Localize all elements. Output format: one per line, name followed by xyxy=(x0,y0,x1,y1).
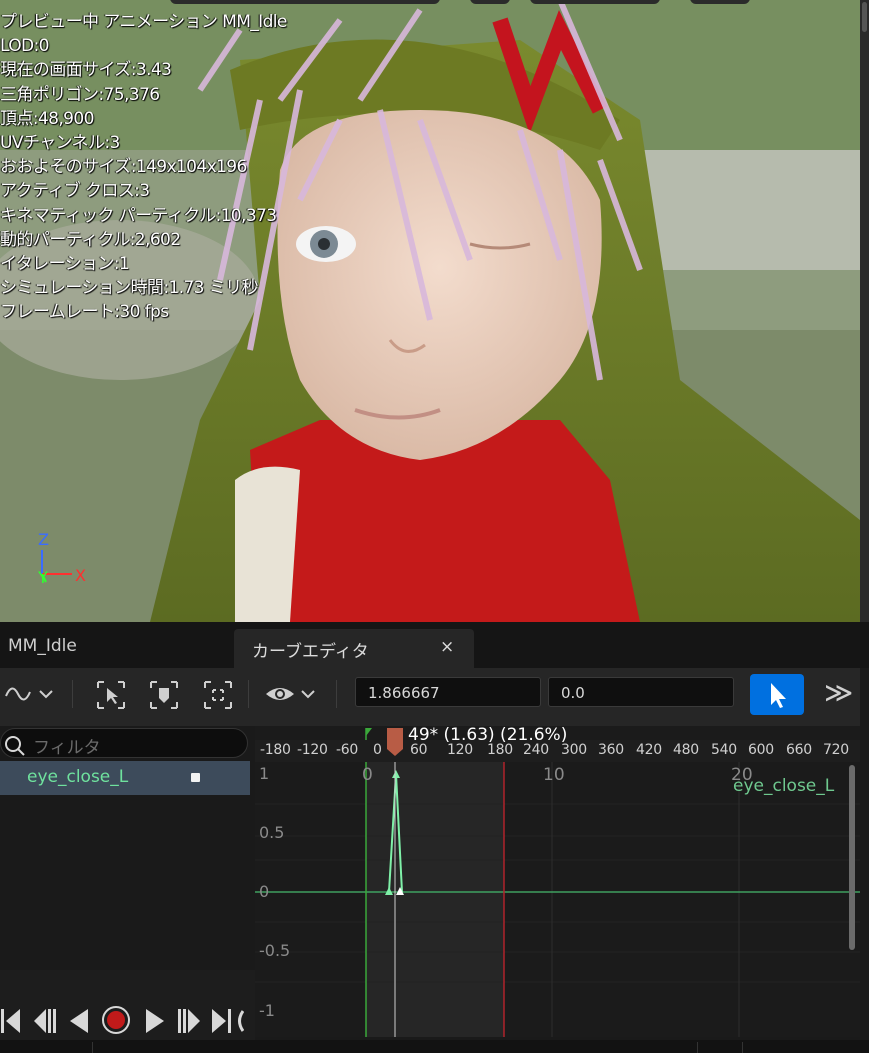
ruler-tick: 720 xyxy=(823,742,849,758)
ruler-tick: 600 xyxy=(748,742,774,758)
viewport-toolbar-button[interactable] xyxy=(530,0,660,4)
tab-mm-idle[interactable]: MM_Idle xyxy=(8,636,77,656)
viewport-stats-overlay: プレビュー中 アニメーション MM_Idle LOD:0 現在の画面サイズ:3.… xyxy=(0,10,287,324)
ruler-tick: 420 xyxy=(636,742,662,758)
value-label: 0.5 xyxy=(259,823,285,842)
bottom-status-strip xyxy=(0,1040,869,1053)
curve-name: eye_close_L xyxy=(27,767,129,787)
playhead-handle[interactable] xyxy=(386,727,404,757)
frame-label: 10 xyxy=(543,765,565,785)
stat-line: キネマティック パーティクル:10,373 xyxy=(0,205,277,226)
ruler-tick: 480 xyxy=(673,742,699,758)
cursor-arrow-icon xyxy=(771,683,786,708)
stat-line: 現在の画面サイズ:3.43 xyxy=(0,60,172,81)
ruler-tick: 360 xyxy=(598,742,624,758)
play-icon[interactable] xyxy=(142,1006,168,1036)
viewport-scrollbar[interactable] xyxy=(860,0,869,622)
stat-line: シミュレーション時間:1.73 ミリ秒 xyxy=(0,278,259,299)
ruler-tick: 660 xyxy=(786,742,812,758)
stat-line: 頂点:48,900 xyxy=(0,108,94,129)
graph-vertical-scrollbar[interactable] xyxy=(849,765,855,950)
tab-curve-editor-label: カーブエディタ xyxy=(252,642,369,662)
stat-line: フレームレート:30 fps xyxy=(0,302,169,323)
preview-viewport[interactable]: プレビュー中 アニメーション MM_Idle LOD:0 現在の画面サイズ:3.… xyxy=(0,0,860,622)
stat-line: UVチャンネル:3 xyxy=(0,132,120,153)
toolbar-separator xyxy=(72,680,73,708)
ruler-tick: -120 xyxy=(297,742,328,758)
toolbar-separator xyxy=(336,680,337,708)
filter-placeholder: フィルタ xyxy=(33,738,101,758)
toolbar-separator xyxy=(248,680,249,708)
playback-range-shade xyxy=(366,762,504,1037)
stat-line: おおよそのサイズ:149x104x196 xyxy=(0,157,247,178)
value-input[interactable]: 0.0 xyxy=(548,677,734,707)
ruler-tick: -60 xyxy=(336,742,358,758)
curve-view-mode-icon[interactable] xyxy=(4,682,60,706)
step-forward-icon[interactable] xyxy=(176,1006,202,1036)
time-input[interactable]: 1.866667 xyxy=(355,677,541,707)
skip-to-end-icon[interactable] xyxy=(210,1006,244,1036)
search-icon xyxy=(5,736,25,756)
filter-search-input[interactable]: フィルタ xyxy=(0,728,248,758)
ruler-tick: 540 xyxy=(711,742,737,758)
graph-curve-name-label: eye_close_L xyxy=(733,776,835,796)
stat-line: イタレーション:1 xyxy=(0,253,130,274)
play-reverse-icon[interactable] xyxy=(66,1006,92,1036)
value-label: -0.5 xyxy=(259,941,291,960)
select-in-frame-icon[interactable] xyxy=(96,680,126,710)
curve-visibility-checkbox[interactable] xyxy=(191,773,200,782)
viewport-toolbar-button[interactable] xyxy=(170,0,440,4)
toolbar-overflow-icon[interactable]: ≫ xyxy=(824,676,853,709)
step-back-icon[interactable] xyxy=(32,1006,58,1036)
stat-line: アクティブ クロス:3 xyxy=(0,181,150,202)
axis-x-label: X xyxy=(75,566,86,585)
record-icon[interactable] xyxy=(101,1005,131,1035)
value-label: 0 xyxy=(259,882,270,901)
frame-label: 0 xyxy=(362,765,373,785)
ruler-tick: 0 xyxy=(373,742,382,758)
frame-all-icon[interactable] xyxy=(203,680,233,710)
playhead-frame-label: 49* (1.63) (21.6%) xyxy=(408,725,568,745)
value-label: 1 xyxy=(259,764,270,783)
ruler-tick: -180 xyxy=(260,742,291,758)
axis-y-label: Y xyxy=(38,568,48,587)
stat-line: プレビュー中 アニメーション MM_Idle xyxy=(0,12,287,32)
stat-line: LOD:0 xyxy=(0,36,49,57)
key-marker-icon[interactable] xyxy=(149,680,179,710)
value-label: -1 xyxy=(259,1001,275,1020)
stat-line: 三角ポリゴン:75,376 xyxy=(0,84,160,105)
tab-curve-editor[interactable]: カーブエディタ × xyxy=(234,629,474,668)
eye-visibility-icon[interactable] xyxy=(264,682,320,706)
viewport-toolbar-button[interactable] xyxy=(690,0,750,4)
select-tool-button[interactable] xyxy=(750,674,804,715)
curve-list-item[interactable]: eye_close_L xyxy=(0,761,250,795)
axis-z-label: Z xyxy=(38,530,49,549)
stat-line: 動的パーティクル:2,602 xyxy=(0,229,181,250)
close-icon[interactable]: × xyxy=(440,637,454,657)
viewport-toolbar-button[interactable] xyxy=(470,0,510,4)
skip-to-start-icon[interactable] xyxy=(0,1006,22,1036)
